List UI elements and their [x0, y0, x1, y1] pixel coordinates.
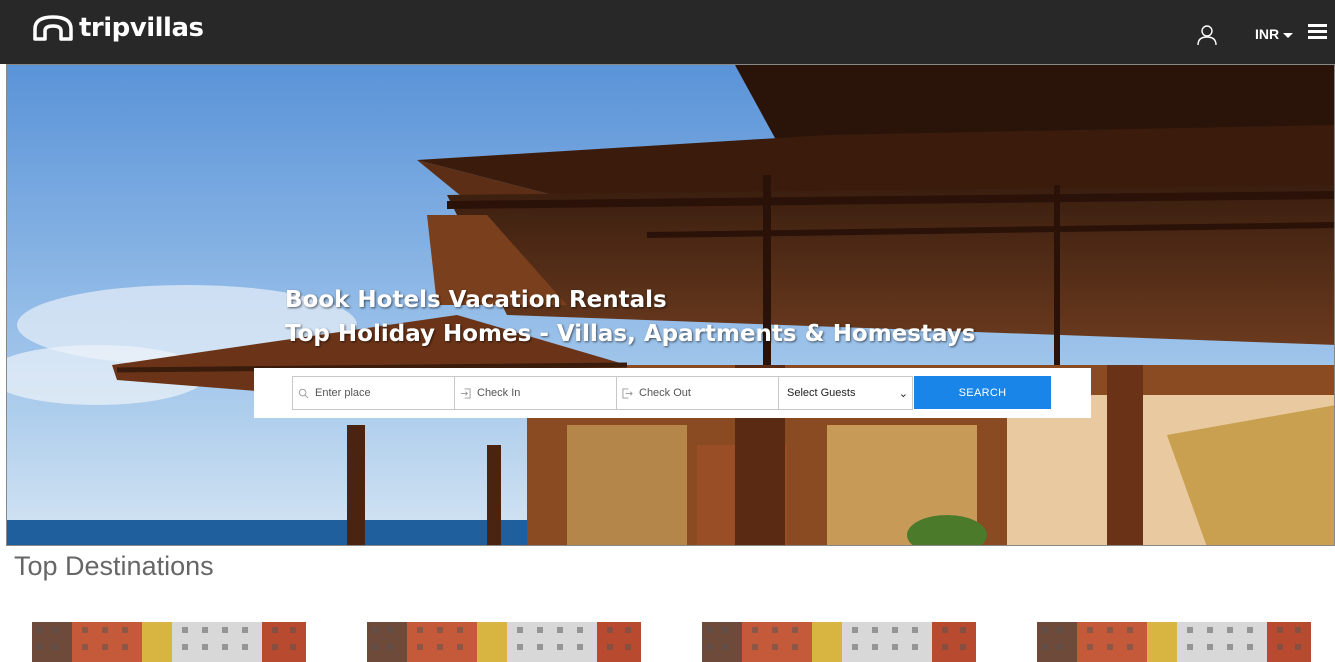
destination-photo — [702, 622, 976, 662]
checkin-input[interactable] — [477, 387, 597, 399]
search-icon — [298, 388, 309, 398]
destination-photo — [1037, 622, 1311, 662]
place-input[interactable] — [315, 387, 435, 399]
section-title-top-destinations: Top Destinations — [14, 551, 214, 581]
destination-card[interactable] — [367, 622, 641, 662]
destination-card[interactable] — [702, 622, 976, 662]
destination-photo — [32, 622, 306, 662]
logo-icon — [33, 15, 73, 41]
place-field[interactable] — [292, 376, 455, 410]
guests-select[interactable]: Select Guests ⌄ — [778, 376, 913, 410]
hero-title-line1: Book Hotels Vacation Rentals — [285, 287, 667, 313]
checkout-field[interactable] — [616, 376, 779, 410]
chevron-down-icon: ⌄ — [898, 387, 908, 400]
hero-heading: Book Hotels Vacation Rentals Top Holiday… — [285, 283, 975, 351]
destination-photo — [367, 622, 641, 662]
currency-selector[interactable]: INR — [1255, 26, 1294, 42]
checkout-input[interactable] — [639, 387, 759, 399]
guests-select-value: Select Guests — [787, 387, 856, 399]
destination-card[interactable] — [1037, 622, 1311, 662]
login-arrow-icon — [460, 387, 471, 399]
hero-banner: Book Hotels Vacation Rentals Top Holiday… — [6, 64, 1335, 546]
search-button[interactable]: SEARCH — [914, 376, 1051, 409]
search-form: Select Guests ⌄ SEARCH — [254, 368, 1091, 418]
user-icon[interactable] — [1196, 24, 1218, 46]
hero-title-line2: Top Holiday Homes - Villas, Apartments &… — [285, 321, 976, 347]
hamburger-menu-icon[interactable] — [1308, 24, 1327, 39]
logo-text: tripvillas — [79, 13, 204, 43]
tripvillas-logo[interactable]: tripvillas — [32, 13, 204, 43]
currency-label: INR — [1255, 26, 1280, 42]
checkin-field[interactable] — [454, 376, 617, 410]
caret-down-icon — [1283, 32, 1294, 38]
top-navbar: tripvillas INR — [0, 0, 1335, 64]
logout-arrow-icon — [622, 387, 633, 399]
destination-card[interactable] — [32, 622, 306, 662]
